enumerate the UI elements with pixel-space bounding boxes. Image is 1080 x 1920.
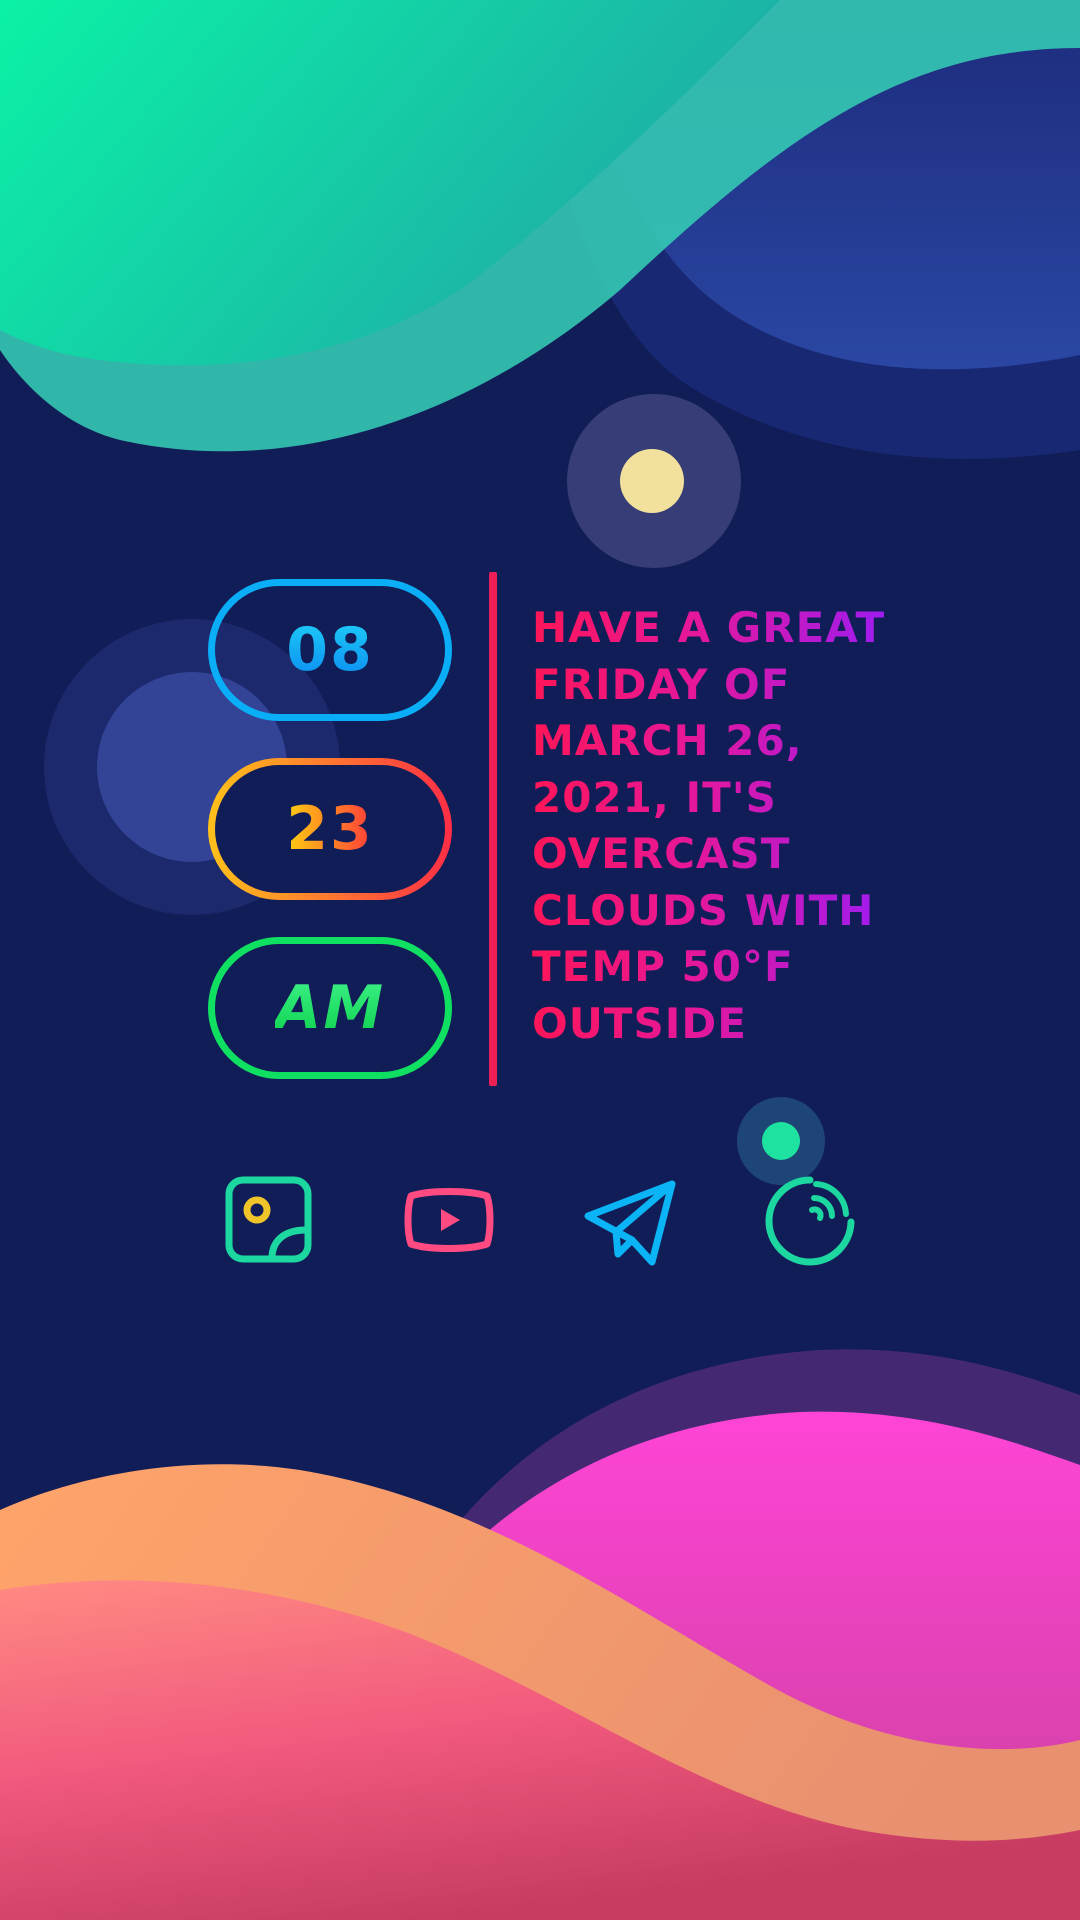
gallery-icon <box>225 1176 312 1263</box>
gallery-app-button[interactable] <box>220 1170 320 1270</box>
meridiem-pill[interactable]: AM <box>208 937 452 1079</box>
hour-pill[interactable]: 08 <box>208 579 452 721</box>
greeting-message: Have a great Friday of March 26, 2021, i… <box>532 600 892 1052</box>
minute-text: 23 <box>286 794 374 864</box>
paper-plane-icon <box>584 1180 676 1266</box>
dot <box>762 1122 800 1160</box>
meridiem-text: AM <box>274 973 386 1043</box>
minute-pill[interactable]: 23 <box>208 758 452 900</box>
music-app-button[interactable] <box>760 1170 860 1270</box>
divider-line <box>489 572 497 1086</box>
sun <box>620 449 684 513</box>
hour-text: 08 <box>286 615 374 685</box>
video-app-button[interactable] <box>399 1170 499 1270</box>
home-screen: 08 23 AM Have a great Friday of March 26… <box>0 0 1080 1920</box>
telegram-app-button[interactable] <box>580 1170 680 1270</box>
music-disc-icon <box>765 1176 855 1266</box>
play-video-icon <box>404 1188 494 1252</box>
